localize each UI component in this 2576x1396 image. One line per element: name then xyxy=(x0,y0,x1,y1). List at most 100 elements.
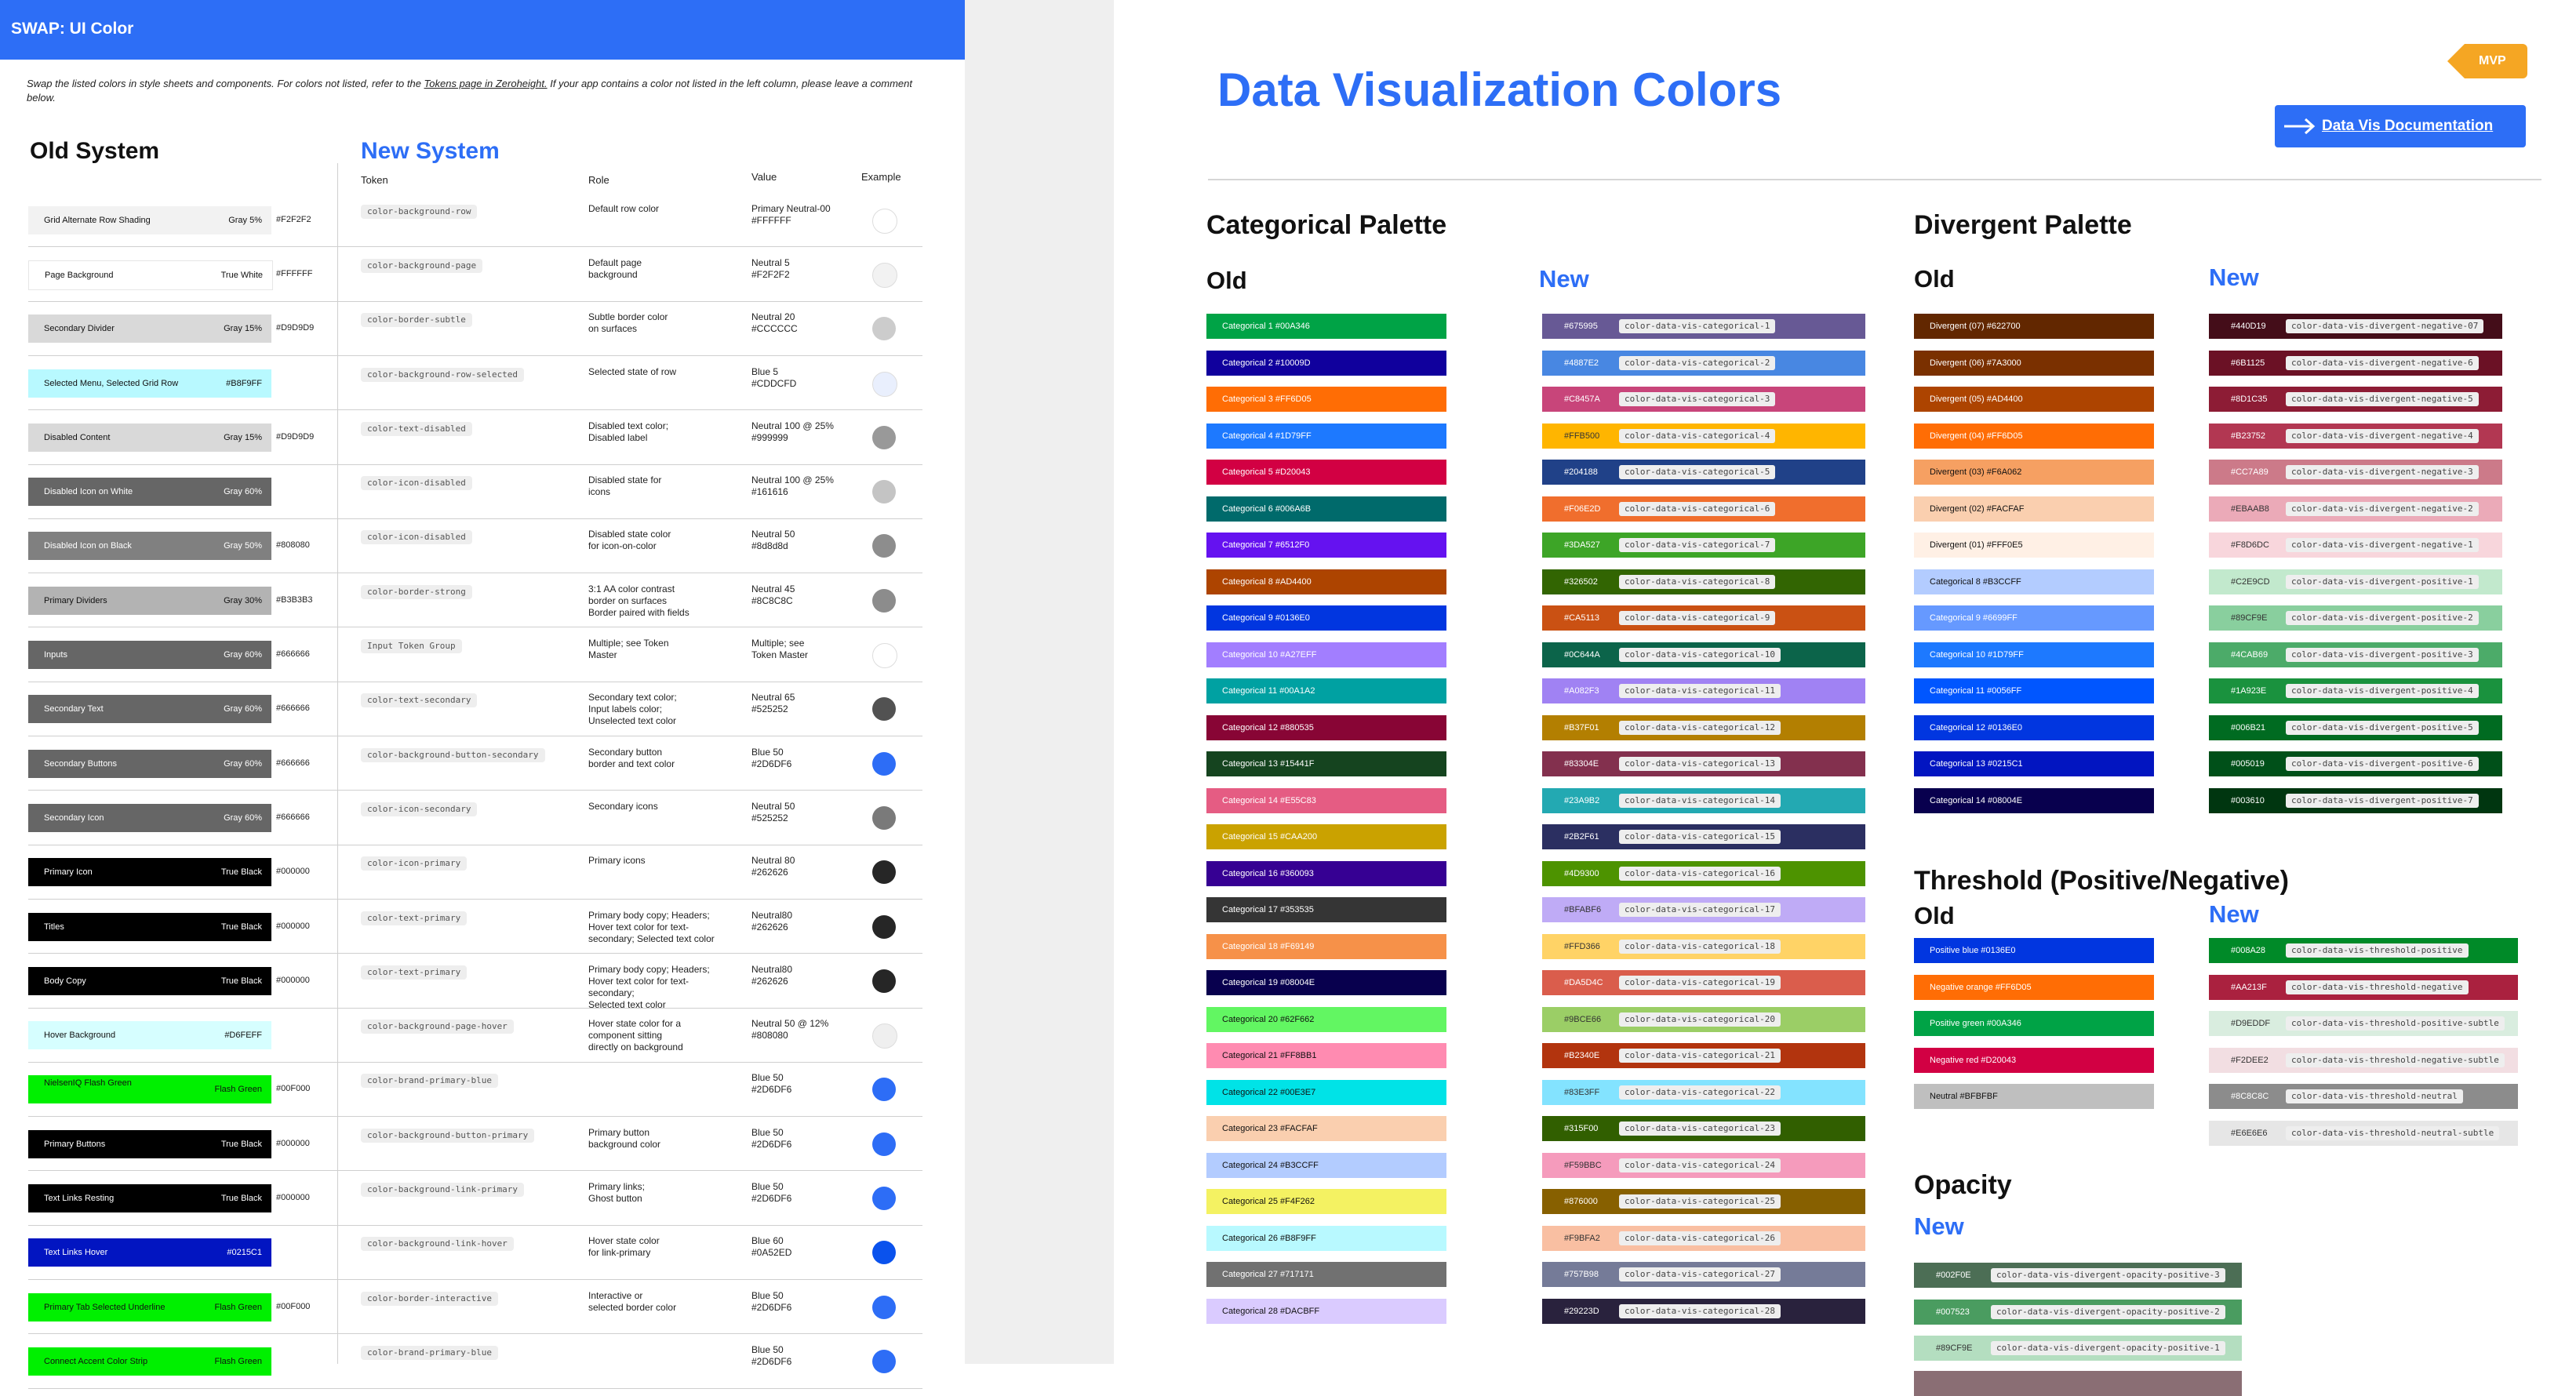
new-swatch-hex: #CA5113 xyxy=(1564,613,1600,623)
new-swatch: #1A923E color-data-vis-divergent-positive… xyxy=(2209,678,2502,703)
value-line: Neutral 100 @ 25% xyxy=(751,420,834,431)
new-swatch-hex: #8C8C8C xyxy=(2231,1092,2269,1101)
value-line: Neutral 100 @ 25% xyxy=(751,474,834,486)
old-color-name: Primary Dividers xyxy=(44,595,107,605)
old-swatch-label: Categorical 17 #353535 xyxy=(1222,905,1314,914)
new-swatch: #2B2F61 color-data-vis-categorical-15 xyxy=(1542,824,1865,849)
new-swatch-hex: #4D9300 xyxy=(1564,868,1599,878)
token-chip: color-border-strong xyxy=(361,584,472,599)
role-text: Primary links; Ghost button xyxy=(588,1181,745,1205)
new-swatch: #89CF9E color-data-vis-divergent-opacity-… xyxy=(1914,1336,2242,1361)
value-line: Blue 50 xyxy=(751,1289,784,1301)
new-swatch-token: color-data-vis-threshold-negative-subtle xyxy=(2286,1052,2505,1067)
old-swatch-label: Categorical 28 #DACBFF xyxy=(1222,1306,1320,1316)
value-line: Neutral 50 xyxy=(751,800,795,812)
new-swatch-token: color-data-vis-divergent-negative-4 xyxy=(2286,428,2479,443)
old-color-hex: #FFFFFF xyxy=(276,268,313,278)
new-swatch: #FFB500 color-data-vis-categorical-4 xyxy=(1542,423,1865,449)
role-text: Subtle border color on surfaces xyxy=(588,311,745,335)
old-color-name: Disabled Icon on Black xyxy=(44,541,132,551)
old-color-hex: #B3B3B3 xyxy=(276,594,313,605)
new-swatch: #F59BBC color-data-vis-categorical-24 xyxy=(1542,1152,1865,1178)
new-swatch-hex: #326502 xyxy=(1564,576,1598,587)
new-swatch: #003610 color-data-vis-divergent-positive… xyxy=(2209,787,2502,813)
old-color-swatch: Disabled Content Gray 15% xyxy=(28,423,271,452)
new-swatch-hex: #29223D xyxy=(1564,1306,1599,1316)
value-line: Neutral80 xyxy=(751,909,793,921)
new-swatch-hex: #83304E xyxy=(1564,759,1599,769)
new-swatch-hex: #83E3FF xyxy=(1564,1087,1600,1097)
old-swatch: Categorical 4 #1D79FF xyxy=(1206,423,1446,449)
old-color-name: Secondary Divider xyxy=(44,324,115,334)
new-swatch: #C2E9CD color-data-vis-divergent-positive… xyxy=(2209,569,2502,594)
value-line: #2D6DF6 xyxy=(751,1138,792,1150)
old-swatch-label: Divergent (06) #7A3000 xyxy=(1930,358,2021,368)
new-swatch-hex: #B37F01 xyxy=(1564,722,1599,733)
old-color-gray: True Black xyxy=(220,922,262,932)
value-line: #2D6DF6 xyxy=(751,1084,792,1096)
new-swatch: #4D9300 color-data-vis-categorical-16 xyxy=(1542,860,1865,886)
row-divider xyxy=(28,790,922,791)
new-swatch: #440D19 color-data-vis-divergent-negative… xyxy=(2209,314,2502,339)
role-line: Disabled label xyxy=(588,431,648,443)
old-swatch-label: Categorical 8 #AD4400 xyxy=(1222,576,1312,587)
role-line: for icon-on-color xyxy=(588,540,657,552)
old-swatch: Categorical 14 #E55C83 xyxy=(1206,787,1446,813)
new-swatch-hex: #AA213F xyxy=(2231,982,2267,992)
role-line: Subtle border color xyxy=(588,311,668,323)
value-line: #525252 xyxy=(751,812,788,823)
old-swatch-label: Categorical 12 #0136E0 xyxy=(1930,722,2023,733)
new-swatch: #9BCE66 color-data-vis-categorical-20 xyxy=(1542,1006,1865,1032)
old-color-gray: True Black xyxy=(220,1194,262,1204)
new-swatch-token: color-data-vis-categorical-26 xyxy=(1619,1231,1781,1245)
new-swatch: #002F0E color-data-vis-divergent-opacity-… xyxy=(1914,1263,2242,1288)
new-swatch: #83E3FF color-data-vis-categorical-22 xyxy=(1542,1079,1865,1105)
tokens-link[interactable]: Tokens page in Zeroheight. xyxy=(424,78,548,89)
example-dot xyxy=(872,480,896,504)
example-dot xyxy=(872,860,896,885)
new-swatch: #E6E6E6 color-data-vis-threshold-neutral-… xyxy=(2209,1120,2518,1146)
value-line: Neutral 50 @ 12% xyxy=(751,1018,829,1030)
old-color-hex: #00F000 xyxy=(276,1084,311,1094)
new-swatch-hex: #9BCE66 xyxy=(1564,1014,1602,1024)
data-vis-documentation-button[interactable]: Data Vis Documentation xyxy=(2275,105,2526,147)
value-line: Blue 60 xyxy=(751,1235,784,1247)
role-line: Disabled state for xyxy=(588,474,662,486)
value-text: Neutral 50 #8d8d8d xyxy=(751,529,846,552)
old-swatch-label: Categorical 21 #FF8BB1 xyxy=(1222,1051,1317,1060)
new-swatch-hex: #4CAB69 xyxy=(2231,649,2269,660)
old-color-gray: True Black xyxy=(220,1139,262,1149)
new-swatch-hex: #1A923E xyxy=(2231,686,2267,696)
example-dot xyxy=(872,697,896,722)
new-swatch: #008A28 color-data-vis-threshold-positive xyxy=(2209,938,2518,963)
token-chip: color-background-page-hover xyxy=(361,1020,514,1034)
data-vis-documentation-label: Data Vis Documentation xyxy=(2322,118,2494,134)
value-line: #525252 xyxy=(751,703,788,715)
example-dot xyxy=(872,588,896,613)
new-swatch-token: color-data-vis-divergent-positive-4 xyxy=(2286,684,2479,698)
old-color-swatch: Secondary Icon Gray 60% xyxy=(28,803,271,832)
old-swatch-label: Categorical 15 #CAA200 xyxy=(1222,832,1318,842)
new-swatch-hex: #005019 xyxy=(2231,759,2265,769)
new-swatch-hex: #0C644A xyxy=(1564,649,1600,660)
token-chip: Input Token Group xyxy=(361,639,462,654)
value-text: Blue 50 #2D6DF6 xyxy=(751,1344,846,1368)
new-swatch-token: color-data-vis-categorical-7 xyxy=(1619,538,1776,552)
role-line: Border paired with fields xyxy=(588,606,689,618)
divergent-old-label: Old xyxy=(1914,265,1955,293)
value-line: Blue 50 xyxy=(751,746,784,758)
new-swatch-token: color-data-vis-divergent-positive-1 xyxy=(2286,574,2479,589)
threshold-heading: Threshold (Positive/Negative) xyxy=(1914,866,2289,896)
token-chip: color-brand-primary-blue xyxy=(361,1074,498,1089)
old-swatch-label: Categorical 10 #1D79FF xyxy=(1930,649,2024,660)
new-swatch: #F06E2D color-data-vis-categorical-6 xyxy=(1542,496,1865,522)
old-color-gray: Gray 60% xyxy=(224,704,262,714)
new-swatch-token: color-data-vis-categorical-1 xyxy=(1619,319,1776,333)
new-swatch-token: color-data-vis-categorical-24 xyxy=(1619,1158,1781,1172)
old-swatch: Categorical 1 #00A346 xyxy=(1206,314,1446,339)
new-swatch-hex: #F59BBC xyxy=(1564,1160,1602,1170)
new-swatch: #8C8C8C color-data-vis-threshold-neutral xyxy=(2209,1084,2518,1109)
old-color-name: Text Links Hover xyxy=(44,1248,108,1258)
old-swatch-label: Categorical 9 #0136E0 xyxy=(1222,613,1310,623)
old-swatch-label: Categorical 23 #FACFAF xyxy=(1222,1124,1318,1133)
